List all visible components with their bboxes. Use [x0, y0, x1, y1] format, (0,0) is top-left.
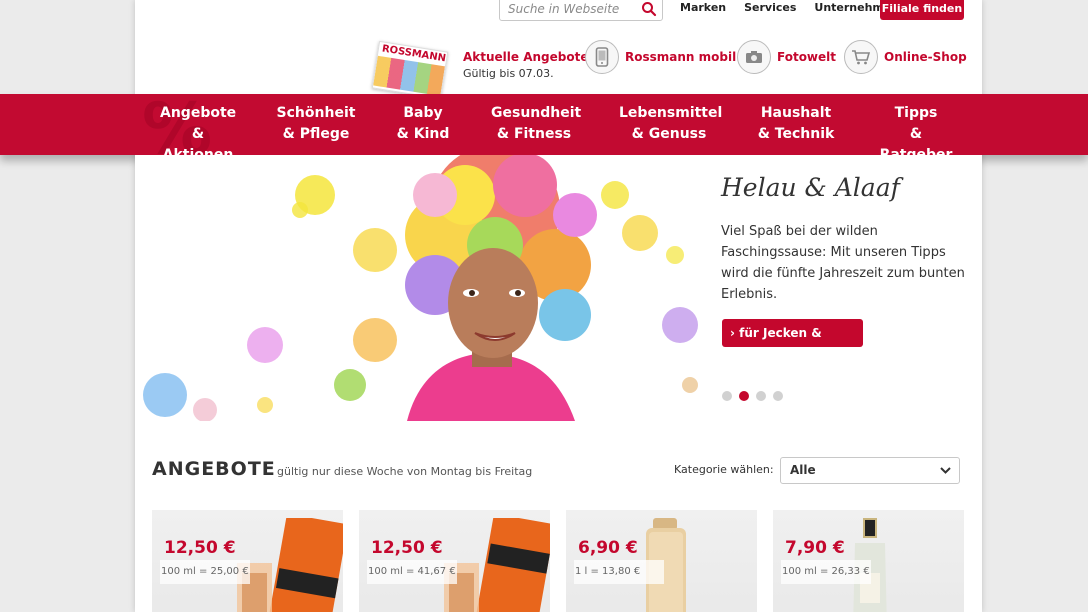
nav-label-2: & Kind [396, 126, 450, 142]
category-label: Kategorie wählen: [674, 463, 774, 476]
hero-cta-button[interactable]: › für Jecken & Narren [722, 319, 863, 368]
nav-label-2: & Technik [757, 126, 835, 142]
nav-label-2: & Genuss [631, 126, 707, 142]
mobile-phone-icon [585, 40, 619, 74]
product-price: 7,90 € [785, 538, 845, 558]
category-value: Alle [790, 463, 816, 477]
chevron-down-icon [940, 467, 951, 474]
aktuelle-angebote-date: Gültig bis 07.03. [463, 67, 554, 80]
feature-label: Rossmann mobil [625, 50, 737, 64]
product-card[interactable]: 12,50 € 100 ml = 25,00 € [152, 510, 343, 612]
filiale-finden-button[interactable]: Filiale finden [880, 0, 964, 20]
aktuelle-angebote-title: Aktuelle Angebote [463, 50, 589, 64]
hero-image[interactable] [135, 155, 707, 421]
chevron-right-icon: › [730, 326, 735, 340]
aktuelle-angebote-link[interactable]: Aktuelle Angebote Gültig bis 07.03. [463, 50, 589, 80]
shopping-cart-icon [844, 40, 878, 74]
slider-dots [722, 391, 783, 401]
product-unit-price: 100 ml = 25,00 € [160, 560, 250, 584]
product-card[interactable]: 6,90 € 1 l = 13,80 € [566, 510, 757, 612]
toplink-marken[interactable]: Marken [680, 1, 726, 14]
hero-text: Viel Spaß bei der wilden Faschingssause:… [721, 224, 965, 302]
search-box [499, 0, 663, 21]
nav-label-1: Haushalt [760, 105, 832, 121]
nav-label-2: & Fitness [496, 126, 572, 142]
offers-title: ANGEBOTE [152, 458, 276, 480]
product-card[interactable]: 7,90 € 100 ml = 26,33 € [773, 510, 964, 612]
nav-label-1: Schönheit [276, 105, 356, 121]
feature-online-shop[interactable]: Online-Shop [844, 40, 967, 74]
nav-label-2: & Pflege [282, 126, 350, 142]
product-image [444, 518, 550, 612]
nav-label-1: Angebote [160, 105, 237, 121]
search-input[interactable] [500, 0, 634, 20]
product-price: 6,90 € [578, 538, 638, 558]
feature-fotowelt[interactable]: Fotowelt [737, 40, 836, 74]
product-unit-price: 100 ml = 41,67 € [367, 560, 457, 584]
prospekt-thumbnail[interactable]: ROSSMANN [371, 40, 449, 100]
product-unit-price: 1 l = 13,80 € [574, 560, 664, 584]
hero-cta-label: für Jecken & Narren [730, 326, 822, 368]
nav-label-1: Gesundheit [491, 105, 582, 121]
slider-dot-1[interactable] [722, 391, 732, 401]
toplink-services[interactable]: Services [744, 1, 796, 14]
nav-label-1: Baby [403, 105, 443, 121]
feature-rossmann-mobil[interactable]: Rossmann mobil [585, 40, 736, 74]
nav-label-1: Lebensmittel [619, 105, 723, 121]
nav-item-lebensmittel[interactable]: Lebensmittel & Genuss [619, 103, 723, 145]
product-card[interactable]: 12,50 € 100 ml = 41,67 € [359, 510, 550, 612]
offers-subtitle: gültig nur diese Woche von Montag bis Fr… [277, 465, 533, 478]
product-price: 12,50 € [371, 538, 443, 558]
hero-banner: Helau & Alaaf Viel Spaß bei der wilden F… [135, 155, 982, 421]
feature-label: Online-Shop [884, 50, 967, 64]
nav-item-haushalt[interactable]: Haushalt & Technik [756, 103, 836, 145]
slider-dot-4[interactable] [773, 391, 783, 401]
product-price: 12,50 € [164, 538, 236, 558]
nav-item-baby[interactable]: Baby & Kind [396, 103, 450, 145]
camera-icon [737, 40, 771, 74]
slider-dot-2[interactable] [739, 391, 749, 401]
product-image [237, 518, 343, 612]
category-select[interactable]: Alle [780, 457, 960, 484]
feature-label: Fotowelt [777, 50, 837, 64]
hero-title: Helau & Alaaf [721, 173, 900, 202]
search-icon[interactable] [641, 1, 657, 17]
nav-label-1: Tipps [894, 105, 938, 121]
main-nav: % Angebote & Aktionen Schönheit & Pflege… [0, 88, 1088, 170]
nav-item-schoenheit[interactable]: Schönheit & Pflege [276, 103, 356, 145]
product-unit-price: 100 ml = 26,33 € [781, 560, 871, 584]
slider-dot-3[interactable] [756, 391, 766, 401]
nav-item-gesundheit[interactable]: Gesundheit & Fitness [491, 103, 582, 145]
